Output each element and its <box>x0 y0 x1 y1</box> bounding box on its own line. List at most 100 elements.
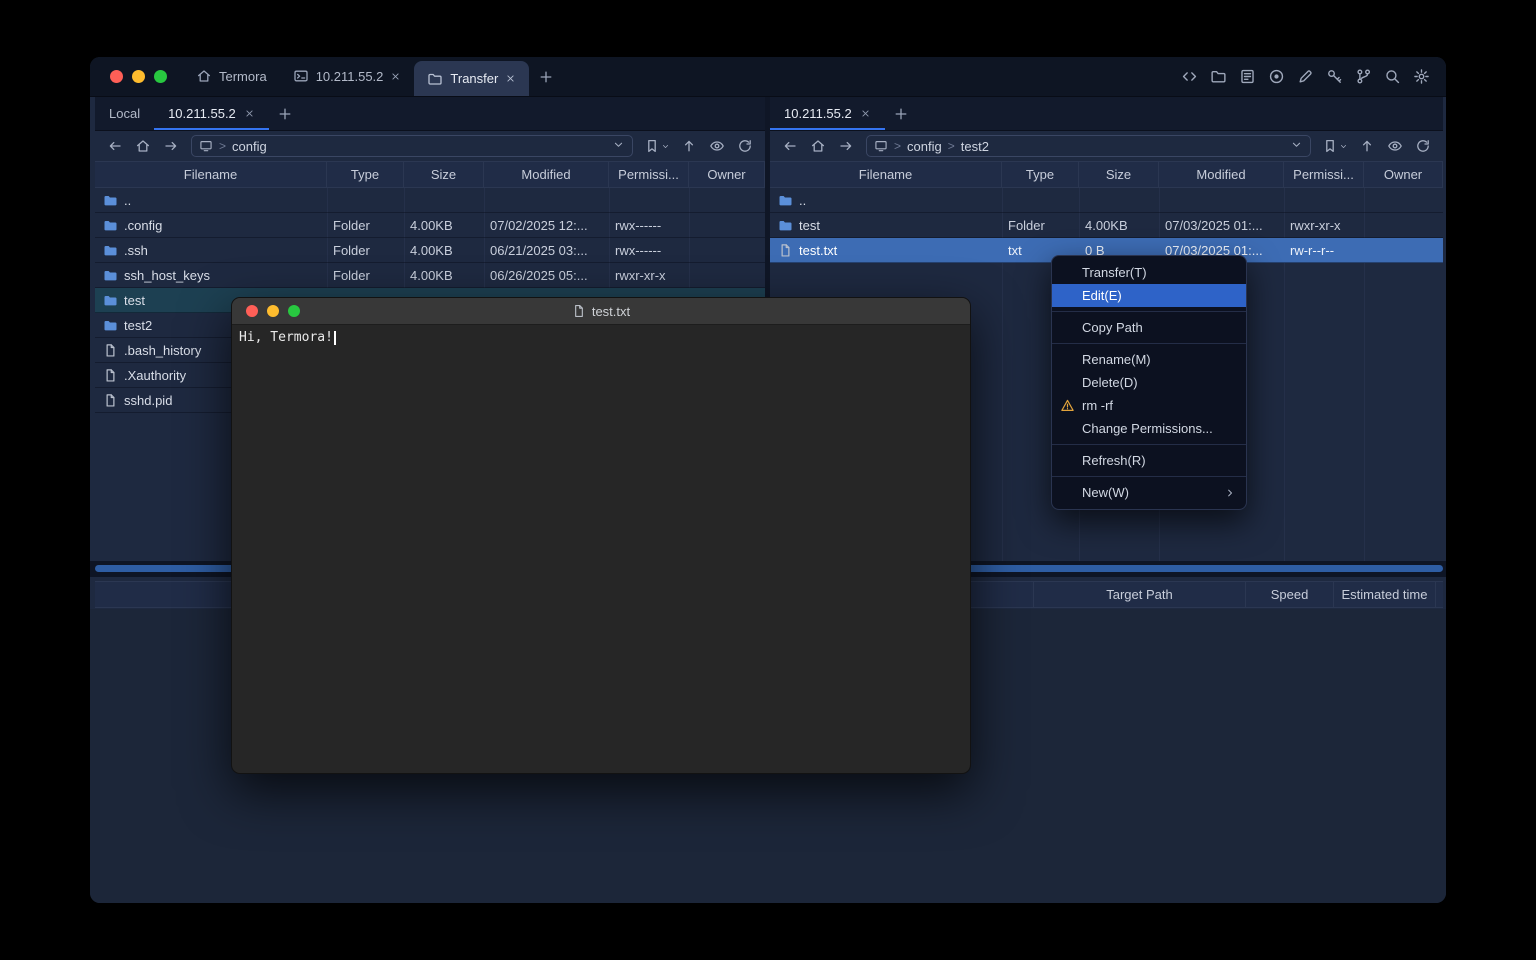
close-tab-icon[interactable] <box>244 108 255 119</box>
path-segment-test2[interactable]: test2 <box>961 139 989 154</box>
menu-item-change-permissions[interactable]: Change Permissions... <box>1052 417 1246 440</box>
left-path-bar[interactable]: >config <box>191 135 633 157</box>
menu-item-new-w[interactable]: New(W) <box>1052 481 1246 504</box>
titlebar-tab-termora[interactable]: Termora <box>183 57 280 96</box>
right-forward-button[interactable] <box>833 135 859 157</box>
right-bookmark-button[interactable] <box>1318 135 1352 157</box>
column-header-modified[interactable]: Modified <box>484 162 609 187</box>
modified-cell: 06/21/2025 03:... <box>484 238 609 262</box>
column-header-permissi[interactable]: Permissi... <box>609 162 689 187</box>
forward-icon <box>838 138 854 154</box>
filename: test.txt <box>799 243 837 258</box>
menu-item-rename-m[interactable]: Rename(M) <box>1052 348 1246 371</box>
file-row-row[interactable]: .. <box>770 188 1443 213</box>
forward-icon <box>163 138 179 154</box>
minimize-window-button[interactable] <box>132 70 145 83</box>
menu-item-label: New(W) <box>1082 485 1129 500</box>
permissions-cell <box>1284 188 1364 212</box>
filename: test <box>124 293 145 308</box>
menu-item-refresh-r[interactable]: Refresh(R) <box>1052 449 1246 472</box>
settings-icon[interactable] <box>1413 68 1430 85</box>
left-refresh-button[interactable] <box>732 135 758 157</box>
home-icon <box>135 138 151 154</box>
right-refresh-button[interactable] <box>1410 135 1436 157</box>
left-back-button[interactable] <box>102 135 128 157</box>
record-icon[interactable] <box>1268 68 1285 85</box>
editor-minimize-button[interactable] <box>267 305 279 317</box>
search-icon[interactable] <box>1384 68 1401 85</box>
close-tab-icon[interactable] <box>860 108 871 119</box>
path-segment-config[interactable]: config <box>232 139 267 154</box>
owner-cell <box>689 213 765 237</box>
left-forward-button[interactable] <box>158 135 184 157</box>
right-new-tab-button[interactable] <box>885 97 917 130</box>
queue-column-speed[interactable]: Speed <box>1245 582 1333 607</box>
key-icon[interactable] <box>1326 68 1343 85</box>
left-new-tab-button[interactable] <box>269 97 301 130</box>
right-show-hidden-button[interactable] <box>1382 135 1408 157</box>
queue-column-estimated-time[interactable]: Estimated time <box>1333 582 1435 607</box>
chevron-right-icon <box>1224 487 1236 499</box>
file-row-config[interactable]: .configFolder4.00KB07/02/2025 12:...rwx-… <box>95 213 765 238</box>
modified-cell: 07/03/2025 01:... <box>1159 213 1284 237</box>
menu-item-delete-d[interactable]: Delete(D) <box>1052 371 1246 394</box>
menu-item-edit-e[interactable]: Edit(E) <box>1052 284 1246 307</box>
snippets-icon[interactable] <box>1239 68 1256 85</box>
column-header-type[interactable]: Type <box>327 162 404 187</box>
titlebar-tab-label: Termora <box>219 69 267 84</box>
titlebar-tab-transfer[interactable]: Transfer <box>414 61 529 96</box>
left-tab-local[interactable]: Local <box>95 97 154 130</box>
editor-titlebar[interactable]: test.txt <box>232 298 970 325</box>
editor-zoom-button[interactable] <box>288 305 300 317</box>
column-header-size[interactable]: Size <box>404 162 484 187</box>
path-segment-config[interactable]: config <box>907 139 942 154</box>
column-header-owner[interactable]: Owner <box>689 162 765 187</box>
editor-text-area[interactable]: Hi, Termora! <box>232 325 970 350</box>
left-home-button[interactable] <box>130 135 156 157</box>
editor-window: test.txt Hi, Termora! <box>231 297 971 774</box>
column-header-filename[interactable]: Filename <box>770 162 1002 187</box>
column-header-size[interactable]: Size <box>1079 162 1159 187</box>
left-bookmark-button[interactable] <box>640 135 674 157</box>
right-tab-10-211-55-2[interactable]: 10.211.55.2 <box>770 97 885 130</box>
editor-close-button[interactable] <box>246 305 258 317</box>
path-separator: > <box>894 139 901 153</box>
left-show-hidden-button[interactable] <box>704 135 730 157</box>
branch-icon[interactable] <box>1355 68 1372 85</box>
column-header-permissi[interactable]: Permissi... <box>1284 162 1364 187</box>
left-up-button[interactable] <box>676 135 702 157</box>
menu-item-transfer-t[interactable]: Transfer(T) <box>1052 261 1246 284</box>
right-tabstrip: 10.211.55.2 <box>770 97 1443 131</box>
code-icon[interactable] <box>1181 68 1198 85</box>
new-window-tab-button[interactable] <box>529 57 563 96</box>
chevron-down-icon[interactable] <box>1290 138 1303 151</box>
right-path-bar[interactable]: >config>test2 <box>866 135 1311 157</box>
folder-icon[interactable] <box>1210 68 1227 85</box>
queue-column-target-path[interactable]: Target Path <box>1033 582 1245 607</box>
edit-icon[interactable] <box>1297 68 1314 85</box>
menu-item-rm-rf[interactable]: rm -rf <box>1052 394 1246 417</box>
filename: .Xauthority <box>124 368 186 383</box>
menu-item-copy-path[interactable]: Copy Path <box>1052 316 1246 339</box>
zoom-window-button[interactable] <box>154 70 167 83</box>
column-header-type[interactable]: Type <box>1002 162 1079 187</box>
titlebar-tab-10-211-55-2[interactable]: 10.211.55.2 <box>280 57 415 96</box>
column-header-owner[interactable]: Owner <box>1364 162 1443 187</box>
file-icon <box>103 368 118 383</box>
close-tab-icon[interactable] <box>505 73 516 84</box>
file-row-ssh[interactable]: .sshFolder4.00KB06/21/2025 03:...rwx----… <box>95 238 765 263</box>
close-tab-icon[interactable] <box>390 71 401 82</box>
titlebar: Termora 10.211.55.2Transfer <box>90 57 1446 97</box>
menu-item-label: Rename(M) <box>1082 352 1151 367</box>
column-header-modified[interactable]: Modified <box>1159 162 1284 187</box>
right-back-button[interactable] <box>777 135 803 157</box>
close-window-button[interactable] <box>110 70 123 83</box>
file-row-ssh-host-keys[interactable]: ssh_host_keysFolder4.00KB06/26/2025 05:.… <box>95 263 765 288</box>
file-row-row[interactable]: .. <box>95 188 765 213</box>
left-tab-10-211-55-2[interactable]: 10.211.55.2 <box>154 97 269 130</box>
right-up-button[interactable] <box>1354 135 1380 157</box>
column-header-filename[interactable]: Filename <box>95 162 327 187</box>
file-row-test[interactable]: testFolder4.00KB07/03/2025 01:...rwxr-xr… <box>770 213 1443 238</box>
right-home-button[interactable] <box>805 135 831 157</box>
chevron-down-icon[interactable] <box>612 138 625 151</box>
